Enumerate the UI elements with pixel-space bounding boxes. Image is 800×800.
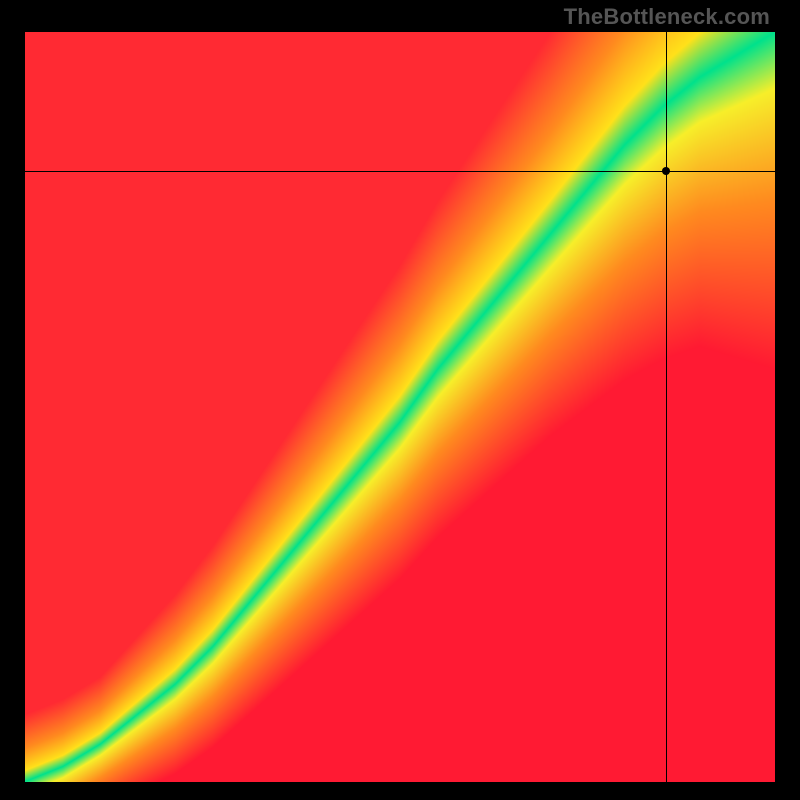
heatmap-canvas [25,32,775,782]
heatmap-plot [25,32,775,782]
watermark-label: TheBottleneck.com [564,4,770,30]
figure-container: TheBottleneck.com [0,0,800,800]
